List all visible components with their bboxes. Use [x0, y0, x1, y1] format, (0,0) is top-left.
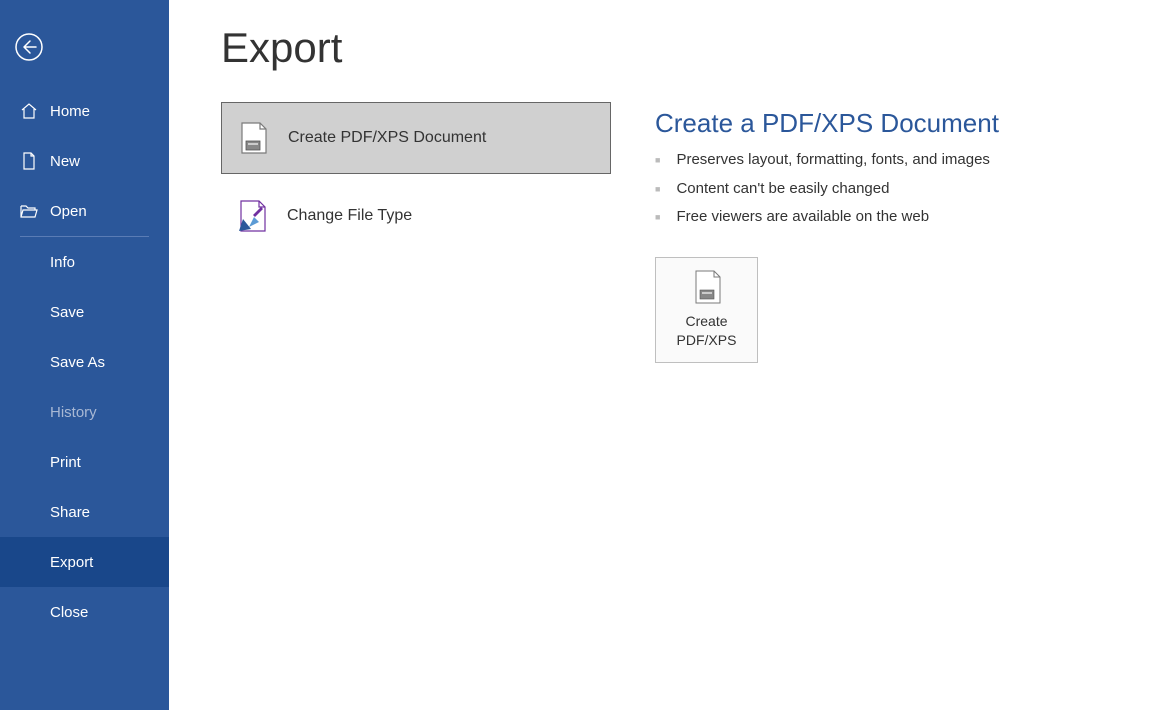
- pdf-export-icon: [692, 270, 722, 304]
- nav-info-label: Info: [50, 254, 75, 271]
- nav-saveas-label: Save As: [50, 354, 105, 371]
- pdf-document-icon: [236, 121, 270, 155]
- nav-close[interactable]: Close: [0, 587, 169, 637]
- nav-new-label: New: [50, 153, 80, 170]
- nav-info[interactable]: Info: [0, 237, 169, 287]
- nav-saveas[interactable]: Save As: [0, 337, 169, 387]
- nav-open-label: Open: [50, 203, 87, 220]
- nav-print-label: Print: [50, 454, 81, 471]
- back-arrow-icon: [14, 32, 44, 62]
- folder-open-icon: [20, 202, 38, 220]
- detail-bullet-3: Free viewers are available on the web: [655, 206, 999, 229]
- option-change-file-type[interactable]: Change File Type: [221, 180, 611, 252]
- home-icon: [20, 102, 38, 120]
- detail-bullet-1: Preserves layout, formatting, fonts, and…: [655, 149, 999, 172]
- option-change-file-type-label: Change File Type: [287, 207, 412, 225]
- nav-close-label: Close: [50, 604, 88, 621]
- back-button[interactable]: [14, 32, 44, 62]
- page-title: Export: [221, 24, 641, 72]
- export-options-column: Export Create PDF/XPS Document: [221, 24, 641, 710]
- detail-title: Create a PDF/XPS Document: [655, 108, 999, 139]
- nav-new[interactable]: New: [0, 136, 169, 186]
- nav-history-label: History: [50, 404, 97, 421]
- create-pdf-xps-button[interactable]: Create PDF/XPS: [655, 257, 758, 363]
- create-pdf-xps-button-label1: Create: [685, 312, 727, 330]
- nav-open[interactable]: Open: [0, 186, 169, 236]
- new-file-icon: [20, 152, 38, 170]
- nav-history: History: [0, 387, 169, 437]
- main-panel: Export Create PDF/XPS Document: [169, 0, 1151, 710]
- option-create-pdf-xps-label: Create PDF/XPS Document: [288, 129, 486, 147]
- nav-export-label: Export: [50, 554, 93, 571]
- nav-home-label: Home: [50, 103, 90, 120]
- nav-save-label: Save: [50, 304, 84, 321]
- nav-export[interactable]: Export: [0, 537, 169, 587]
- nav-save[interactable]: Save: [0, 287, 169, 337]
- detail-bullets: Preserves layout, formatting, fonts, and…: [655, 149, 999, 229]
- backstage-sidebar: Home New Open Info Save Save As History …: [0, 0, 169, 710]
- create-pdf-xps-button-label2: PDF/XPS: [677, 331, 737, 349]
- nav-share[interactable]: Share: [0, 487, 169, 537]
- nav-share-label: Share: [50, 504, 90, 521]
- export-detail-column: Create a PDF/XPS Document Preserves layo…: [641, 24, 999, 710]
- detail-bullet-2: Content can't be easily changed: [655, 178, 999, 201]
- change-file-type-icon: [235, 199, 269, 233]
- option-create-pdf-xps[interactable]: Create PDF/XPS Document: [221, 102, 611, 174]
- nav-print[interactable]: Print: [0, 437, 169, 487]
- nav-home[interactable]: Home: [0, 86, 169, 136]
